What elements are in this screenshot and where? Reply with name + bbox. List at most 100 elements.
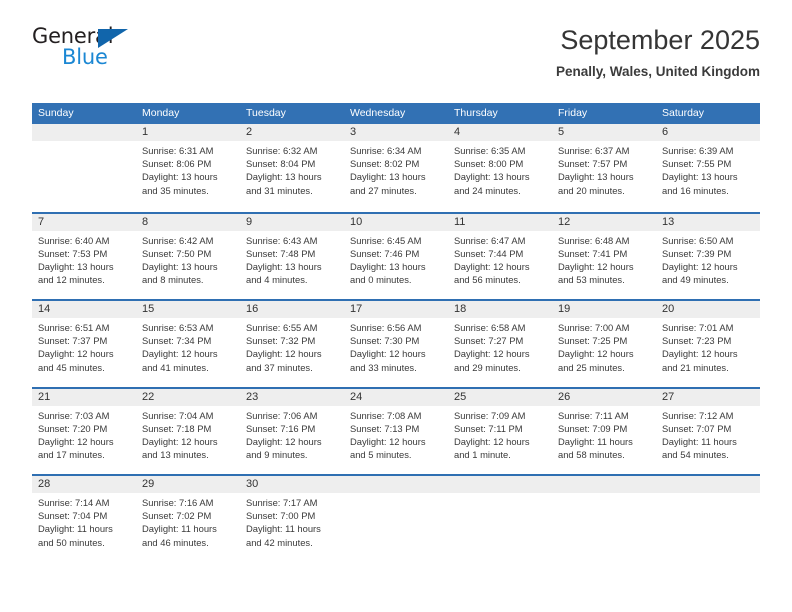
calendar-day-cell[interactable]: 29 Sunrise: 7:16 AM Sunset: 7:02 PM Dayligh… [136, 476, 240, 562]
day-detail-line: Daylight: 12 hours [454, 260, 530, 272]
day-number: 9 [246, 215, 253, 228]
calendar-day-cell[interactable]: 27 Sunrise: 7:12 AM Sunset: 7:07 PM Dayligh… [656, 389, 760, 475]
calendar-day-cell[interactable]: 25 Sunrise: 7:09 AM Sunset: 7:11 PM Dayligh… [448, 389, 552, 475]
day-details: Sunrise: 6:43 AM Sunset: 7:48 PM Daylight:… [246, 234, 338, 287]
day-details: Sunrise: 6:51 AM Sunset: 7:37 PM Daylight:… [38, 321, 130, 374]
calendar-day-cell[interactable]: 26 Sunrise: 7:11 AM Sunset: 7:09 PM Dayligh… [552, 389, 656, 475]
day-details: Sunrise: 6:53 AM Sunset: 7:34 PM Daylight:… [142, 321, 234, 374]
weekday-header-thursday: Thursday [454, 107, 498, 119]
calendar-day-cell-empty [344, 476, 448, 562]
day-number: 17 [350, 303, 363, 315]
calendar-day-cell[interactable]: 4 Sunrise: 6:35 AM Sunset: 8:00 PM Daylight… [448, 124, 552, 212]
day-detail-line: Sunrise: 7:03 AM [38, 409, 110, 421]
day-number: 12 [558, 215, 571, 228]
day-detail-line: Sunrise: 7:08 AM [350, 409, 422, 421]
calendar-day-cell[interactable]: 5 Sunrise: 6:37 AM Sunset: 7:57 PM Daylight… [552, 124, 656, 212]
calendar-day-cell[interactable]: 18 Sunrise: 6:58 AM Sunset: 7:27 PM Dayligh… [448, 301, 552, 387]
calendar-day-cell[interactable]: 24 Sunrise: 7:08 AM Sunset: 7:13 PM Dayligh… [344, 389, 448, 475]
calendar-day-cell[interactable]: 2 Sunrise: 6:32 AM Sunset: 8:04 PM Daylight… [240, 124, 344, 212]
calendar-week-days: 28 Sunrise: 7:14 AM Sunset: 7:04 PM Dayligh… [32, 476, 760, 562]
calendar-week-row: 14 Sunrise: 6:51 AM Sunset: 7:37 PM Dayligh… [32, 299, 760, 387]
day-detail-line: and 25 minutes. [558, 361, 625, 373]
day-details: Sunrise: 7:16 AM Sunset: 7:02 PM Daylight:… [142, 496, 234, 549]
day-detail-line: and 29 minutes. [454, 361, 521, 373]
day-detail-line: and 12 minutes. [38, 274, 105, 286]
day-detail-line: and 20 minutes. [558, 184, 625, 196]
page-title: September 2025 [560, 25, 760, 55]
calendar-day-cell[interactable]: 10 Sunrise: 6:45 AM Sunset: 7:46 PM Dayligh… [344, 214, 448, 300]
day-detail-line: Sunset: 7:57 PM [558, 158, 628, 170]
day-number: 8 [142, 215, 149, 228]
day-number: 5 [558, 126, 565, 138]
day-number: 1 [142, 126, 149, 138]
day-detail-line: and 41 minutes. [142, 361, 209, 373]
day-details: Sunrise: 6:31 AM Sunset: 8:06 PM Daylight:… [142, 144, 234, 197]
day-detail-line: and 31 minutes. [246, 184, 313, 196]
calendar-day-cell[interactable]: 23 Sunrise: 7:06 AM Sunset: 7:16 PM Dayligh… [240, 389, 344, 475]
day-details: Sunrise: 7:11 AM Sunset: 7:09 PM Daylight:… [558, 409, 650, 462]
day-detail-line: Sunrise: 6:31 AM [142, 145, 214, 156]
day-detail-line: and 17 minutes. [38, 449, 105, 461]
day-details: Sunrise: 7:17 AM Sunset: 7:00 PM Daylight:… [246, 496, 338, 549]
calendar-day-cell-empty [32, 124, 136, 212]
calendar-day-cell[interactable]: 1 Sunrise: 6:31 AM Sunset: 8:06 PM Daylight… [136, 124, 240, 212]
calendar-day-cell[interactable]: 14 Sunrise: 6:51 AM Sunset: 7:37 PM Dayligh… [32, 301, 136, 387]
calendar-day-cell[interactable]: 28 Sunrise: 7:14 AM Sunset: 7:04 PM Dayligh… [32, 476, 136, 562]
weekday-header-friday: Friday [558, 107, 588, 119]
calendar-day-cell-empty [552, 476, 656, 562]
day-detail-line: and 8 minutes. [142, 274, 204, 286]
day-detail-line: Daylight: 11 hours [38, 523, 113, 535]
calendar-day-cell[interactable]: 6 Sunrise: 6:39 AM Sunset: 7:55 PM Daylight… [656, 124, 760, 212]
day-number: 15 [142, 303, 155, 315]
day-detail-line: and 45 minutes. [38, 361, 105, 373]
day-detail-line: Sunrise: 6:51 AM [38, 322, 110, 333]
calendar-day-cell[interactable]: 11 Sunrise: 6:47 AM Sunset: 7:44 PM Dayligh… [448, 214, 552, 300]
day-number: 21 [38, 390, 51, 403]
day-detail-line: Sunrise: 6:55 AM [246, 322, 318, 333]
day-detail-line: and 58 minutes. [558, 449, 625, 461]
day-detail-line: Sunset: 7:32 PM [246, 335, 316, 347]
day-number: 26 [558, 390, 571, 403]
day-number: 6 [662, 126, 669, 138]
calendar-day-cell[interactable]: 17 Sunrise: 6:56 AM Sunset: 7:30 PM Dayligh… [344, 301, 448, 387]
day-detail-line: Sunset: 8:00 PM [454, 158, 524, 170]
day-detail-line: Sunrise: 7:00 AM [558, 322, 630, 333]
day-detail-line: Daylight: 11 hours [246, 523, 321, 535]
day-detail-line: Sunrise: 7:16 AM [142, 497, 214, 508]
day-detail-line: Sunrise: 6:37 AM [558, 145, 630, 156]
day-number: 25 [454, 390, 467, 403]
calendar-day-cell-empty [656, 476, 760, 562]
day-detail-line: Sunset: 7:41 PM [558, 247, 628, 259]
day-detail-line: Daylight: 12 hours [38, 435, 114, 447]
calendar-day-cell[interactable]: 12 Sunrise: 6:48 AM Sunset: 7:41 PM Dayligh… [552, 214, 656, 300]
calendar-day-cell[interactable]: 8 Sunrise: 6:42 AM Sunset: 7:50 PM Daylight… [136, 214, 240, 300]
day-detail-line: and 53 minutes. [558, 274, 625, 286]
day-detail-line: and 35 minutes. [142, 184, 209, 196]
calendar-day-cell[interactable]: 20 Sunrise: 7:01 AM Sunset: 7:23 PM Dayligh… [656, 301, 760, 387]
calendar-day-cell[interactable]: 15 Sunrise: 6:53 AM Sunset: 7:34 PM Dayligh… [136, 301, 240, 387]
day-detail-line: Sunset: 7:46 PM [350, 247, 420, 259]
day-detail-line: and 1 minute. [454, 449, 511, 461]
calendar-day-cell[interactable]: 19 Sunrise: 7:00 AM Sunset: 7:25 PM Dayligh… [552, 301, 656, 387]
day-details: Sunrise: 6:55 AM Sunset: 7:32 PM Daylight:… [246, 321, 338, 374]
day-detail-line: Daylight: 12 hours [142, 348, 218, 360]
calendar-day-cell[interactable]: 22 Sunrise: 7:04 AM Sunset: 7:18 PM Dayligh… [136, 389, 240, 475]
day-detail-line: Sunrise: 7:01 AM [662, 322, 734, 333]
day-detail-line: and 33 minutes. [350, 361, 417, 373]
calendar-day-cell[interactable]: 21 Sunrise: 7:03 AM Sunset: 7:20 PM Dayligh… [32, 389, 136, 475]
calendar-day-cell[interactable]: 7 Sunrise: 6:40 AM Sunset: 7:53 PM Daylight… [32, 214, 136, 300]
calendar-page: General Blue September 2025 Penally, Wal… [0, 0, 792, 612]
day-number: 29 [142, 478, 155, 490]
day-detail-line: Sunset: 7:07 PM [662, 422, 732, 434]
calendar-day-cell[interactable]: 16 Sunrise: 6:55 AM Sunset: 7:32 PM Dayligh… [240, 301, 344, 387]
day-detail-line: Sunrise: 6:50 AM [662, 234, 734, 246]
day-detail-line: Sunset: 7:09 PM [558, 422, 628, 434]
weekday-header-monday: Monday [142, 107, 180, 119]
calendar-day-cell[interactable]: 13 Sunrise: 6:50 AM Sunset: 7:39 PM Dayligh… [656, 214, 760, 300]
calendar-day-cell[interactable]: 30 Sunrise: 7:17 AM Sunset: 7:00 PM Dayligh… [240, 476, 344, 562]
day-details: Sunrise: 6:47 AM Sunset: 7:44 PM Daylight:… [454, 234, 546, 287]
calendar-day-cell[interactable]: 9 Sunrise: 6:43 AM Sunset: 7:48 PM Daylight… [240, 214, 344, 300]
day-details: Sunrise: 7:01 AM Sunset: 7:23 PM Daylight:… [662, 321, 754, 374]
day-detail-line: Sunset: 7:23 PM [662, 335, 732, 347]
calendar-day-cell[interactable]: 3 Sunrise: 6:34 AM Sunset: 8:02 PM Daylight… [344, 124, 448, 212]
